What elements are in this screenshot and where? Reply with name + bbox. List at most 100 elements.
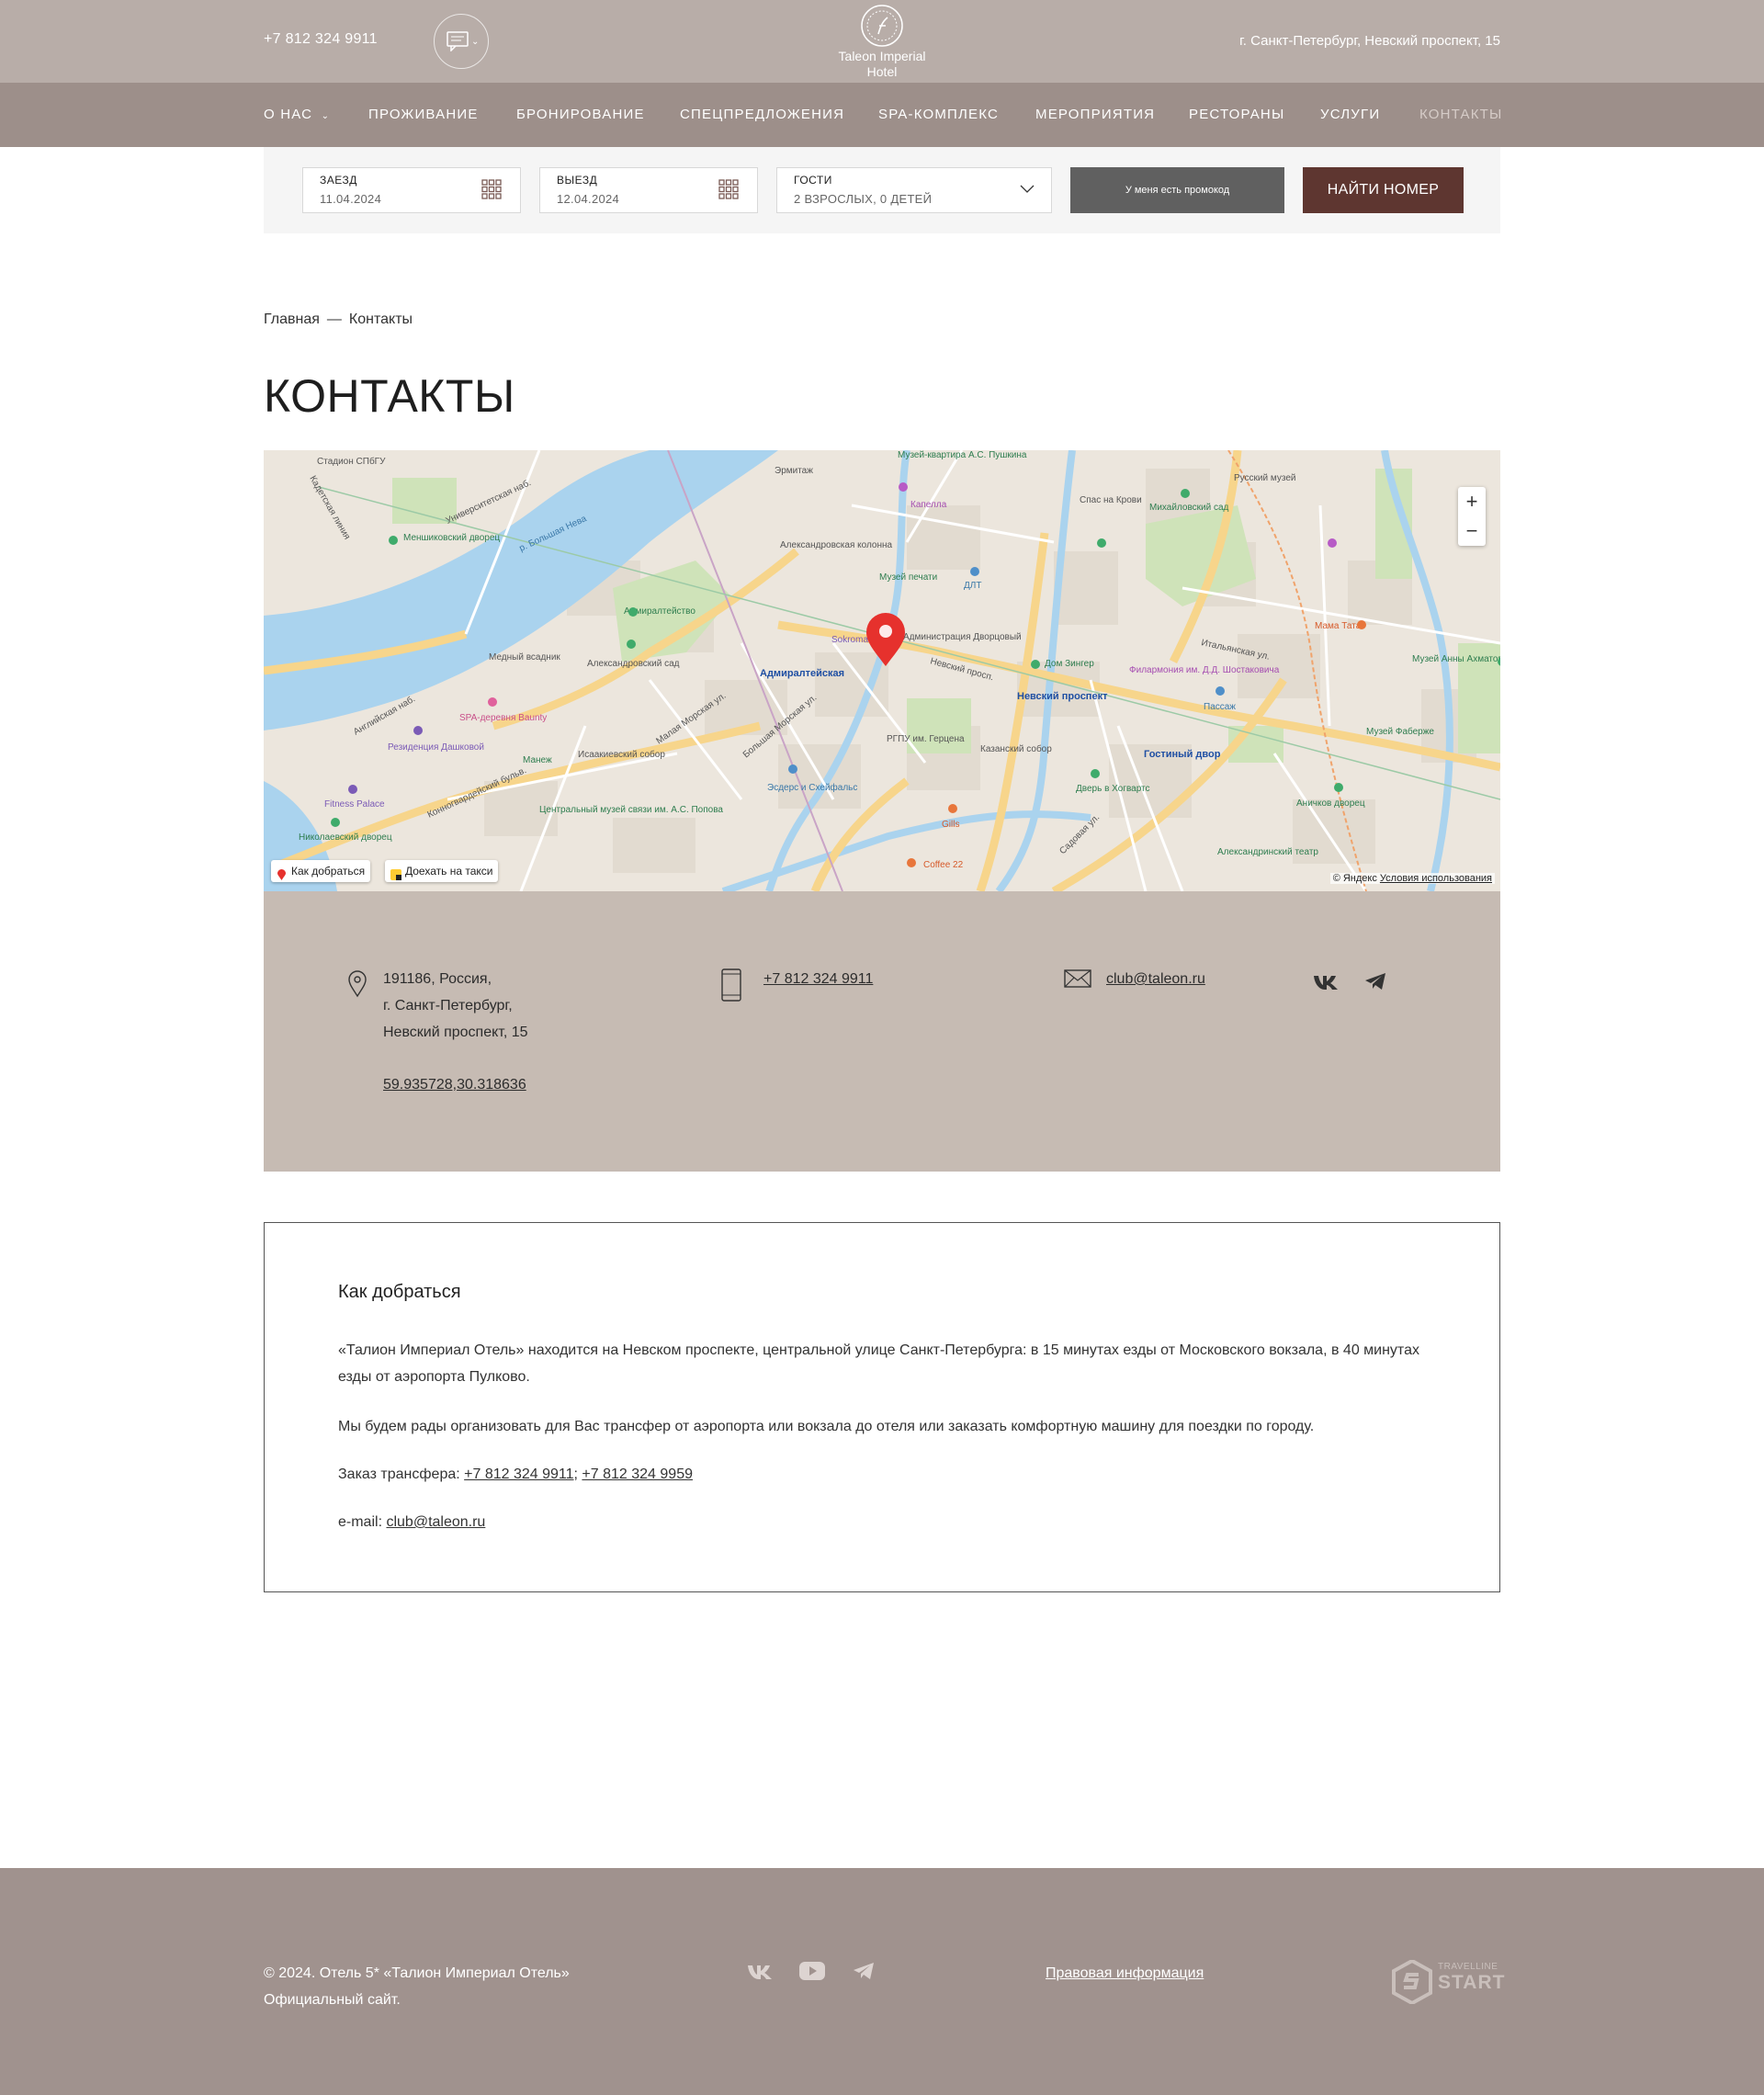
guests-value: 2 ВЗРОСЛЫХ, 0 ДЕТЕЙ xyxy=(794,192,933,206)
telegram-icon[interactable] xyxy=(853,1962,875,1980)
zoom-in-button[interactable]: + xyxy=(1458,487,1486,516)
map-label: Медный всадник xyxy=(489,652,560,662)
breadcrumb-home-link[interactable]: Главная xyxy=(264,311,320,327)
how-to-get-paragraph: Мы будем рады организовать для Вас транс… xyxy=(338,1419,1315,1434)
booking-form: ЗАЕЗД 11.04.2024 ВЫЕЗД 12.04.2024 ГОСТИ … xyxy=(264,147,1500,233)
travelline-badge[interactable]: TRAVELLINE START xyxy=(1392,1958,1504,2009)
map-label: Gills xyxy=(942,820,959,830)
transfer-phone-link[interactable]: +7 812 324 9911 xyxy=(464,1466,573,1482)
map-label: Музей Анны Ахматовой xyxy=(1412,654,1500,664)
travelline-small-text: TRAVELLINE xyxy=(1438,1962,1498,1972)
map-label: Исаакиевский собор xyxy=(578,749,665,760)
nav-item-contacts[interactable]: КОНТАКТЫ xyxy=(1419,107,1503,122)
chevron-down-icon: ⌄ xyxy=(321,111,331,121)
transfer-email-link[interactable]: club@taleon.ru xyxy=(386,1514,485,1530)
map-route-button[interactable]: Как добраться xyxy=(271,860,371,882)
map-taxi-button[interactable]: Доехать на такси xyxy=(385,860,499,882)
contact-phone-link[interactable]: +7 812 324 9911 xyxy=(763,966,873,992)
contact-email-link[interactable]: club@taleon.ru xyxy=(1106,966,1205,992)
nav-item-restaurants[interactable]: РЕСТОРАНЫ xyxy=(1189,107,1284,122)
checkin-field[interactable]: ЗАЕЗД 11.04.2024 xyxy=(302,167,521,213)
map-label: Sokroma xyxy=(831,635,868,645)
legal-info-link[interactable]: Правовая информация xyxy=(1046,1965,1204,1982)
map-label: Филармония им. Д.Д. Шостаковича xyxy=(1129,665,1280,675)
contacts-panel: 191186, Россия, г. Санкт-Петербург, Невс… xyxy=(264,891,1500,1172)
map-label: Меншиковский дворец xyxy=(403,533,500,543)
map-label: Казанский собор xyxy=(980,743,1052,754)
map-label: Fitness Palace xyxy=(324,799,385,810)
address-line: г. Санкт-Петербург, xyxy=(383,998,513,1014)
checkout-field[interactable]: ВЫЕЗД 12.04.2024 xyxy=(539,167,758,213)
map-label: Дом Зингер xyxy=(1045,659,1094,669)
map-label: SPA-деревня Baunty xyxy=(459,713,547,723)
map-label: Центральный музей связи им. А.С. Попова xyxy=(539,805,723,815)
guests-label: ГОСТИ xyxy=(794,174,832,187)
map-label: Манеж xyxy=(523,755,552,765)
map-label: Гостиный двор xyxy=(1144,749,1221,760)
messenger-button[interactable]: ⌄ xyxy=(434,14,489,69)
nav-item-offers[interactable]: СПЕЦПРЕДЛОЖЕНИЯ xyxy=(680,107,844,122)
calendar-icon xyxy=(718,179,739,199)
map-label: Coffee 22 xyxy=(923,860,964,870)
vk-icon[interactable] xyxy=(1313,974,1339,991)
youtube-icon[interactable] xyxy=(799,1962,825,1980)
map-label: Музей-квартира А.С. Пушкина xyxy=(898,450,1027,460)
how-to-get-section: Как добраться «Талион Империал Отель» на… xyxy=(264,1222,1500,1592)
copyright-line: © 2024. Отель 5* «Талион Империал Отель» xyxy=(264,1965,570,1981)
guests-field[interactable]: ГОСТИ 2 ВЗРОСЛЫХ, 0 ДЕТЕЙ xyxy=(776,167,1052,213)
footer-copyright: © 2024. Отель 5* «Талион Империал Отель»… xyxy=(264,1960,570,2013)
map-canvas[interactable]: Стадион СПбГУ Университетская наб. Кадет… xyxy=(264,450,1500,891)
map-label: Николаевский дворец xyxy=(299,832,392,843)
coordinates-link[interactable]: 59.935728,30.318636 xyxy=(383,1071,526,1098)
map-label: Капелла xyxy=(910,500,947,510)
chevron-down-icon xyxy=(1020,185,1035,193)
map-label: Пассаж xyxy=(1204,702,1236,712)
main-nav: О НАС ⌄ ПРОЖИВАНИЕ БРОНИРОВАНИЕ СПЕЦПРЕД… xyxy=(0,83,1764,147)
nav-item-services[interactable]: УСЛУГИ xyxy=(1320,107,1380,122)
yandex-map[interactable]: Стадион СПбГУ Университетская наб. Кадет… xyxy=(264,450,1500,891)
calendar-icon xyxy=(481,179,502,199)
chevron-down-icon: ⌄ xyxy=(471,37,480,47)
hotel-logo[interactable]: Taleon Imperial Hotel xyxy=(827,4,937,81)
map-label: РГПУ им. Герцена xyxy=(887,734,965,744)
mobile-phone-icon xyxy=(721,968,741,1002)
map-label: Мама Тата xyxy=(1315,621,1362,631)
address-line: 191186, Россия, xyxy=(383,971,492,987)
map-label: Русский музей xyxy=(1234,473,1296,483)
nav-item-about[interactable]: О НАС ⌄ xyxy=(264,107,330,122)
map-label: Дверь в Хогвартс xyxy=(1076,784,1150,794)
map-label: Стадион СПбГУ xyxy=(317,456,386,467)
taxi-icon xyxy=(390,866,401,880)
nav-item-accommodation[interactable]: ПРОЖИВАНИЕ xyxy=(368,107,479,122)
nav-item-events[interactable]: МЕРОПРИЯТИЯ xyxy=(1035,107,1155,122)
pin-icon xyxy=(277,866,287,880)
nav-item-booking[interactable]: БРОНИРОВАНИЕ xyxy=(516,107,645,122)
header-address: г. Санкт-Петербург, Невский проспект, 15 xyxy=(1239,33,1500,49)
find-room-button[interactable]: НАЙТИ НОМЕР xyxy=(1303,167,1464,213)
transfer-line: Заказ трансфера: +7 812 324 9911; +7 812… xyxy=(338,1461,1422,1488)
telegram-icon[interactable] xyxy=(1364,972,1386,991)
how-to-get-title: Как добраться xyxy=(338,1282,461,1302)
vk-icon[interactable] xyxy=(747,1964,773,1980)
transfer-phone-link[interactable]: +7 812 324 9959 xyxy=(582,1466,693,1482)
map-label: Адмиралтейская xyxy=(760,668,844,679)
breadcrumb-separator: — xyxy=(326,311,342,327)
map-copyright: © Яндекс Условия использования xyxy=(1329,873,1495,884)
map-label: Аничков дворец xyxy=(1296,798,1365,809)
promo-code-button[interactable]: У меня есть промокод xyxy=(1070,167,1284,213)
mail-icon xyxy=(1064,969,1091,988)
logo-subname: Hotel xyxy=(866,64,898,79)
nav-item-spa[interactable]: SPA-КОМПЛЕКС xyxy=(878,107,999,122)
breadcrumb: Главная — Контакты xyxy=(264,311,413,328)
zoom-out-button[interactable]: − xyxy=(1458,516,1486,546)
travelline-start-text: START xyxy=(1438,1972,1506,1993)
breadcrumb-current: Контакты xyxy=(348,311,413,327)
map-zoom-control: + − xyxy=(1458,487,1486,546)
header-phone-link[interactable]: +7 812 324 9911 xyxy=(264,31,378,48)
footer: © 2024. Отель 5* «Талион Империал Отель»… xyxy=(0,1868,1764,2095)
page-title: КОНТАКТЫ xyxy=(264,370,515,422)
map-terms-link[interactable]: Условия использования xyxy=(1380,873,1492,884)
map-label: Музей печати xyxy=(879,572,937,583)
map-label: Музей Фаберже xyxy=(1366,726,1434,737)
how-to-get-paragraph: «Талион Империал Отель» находится на Нев… xyxy=(338,1342,1419,1385)
